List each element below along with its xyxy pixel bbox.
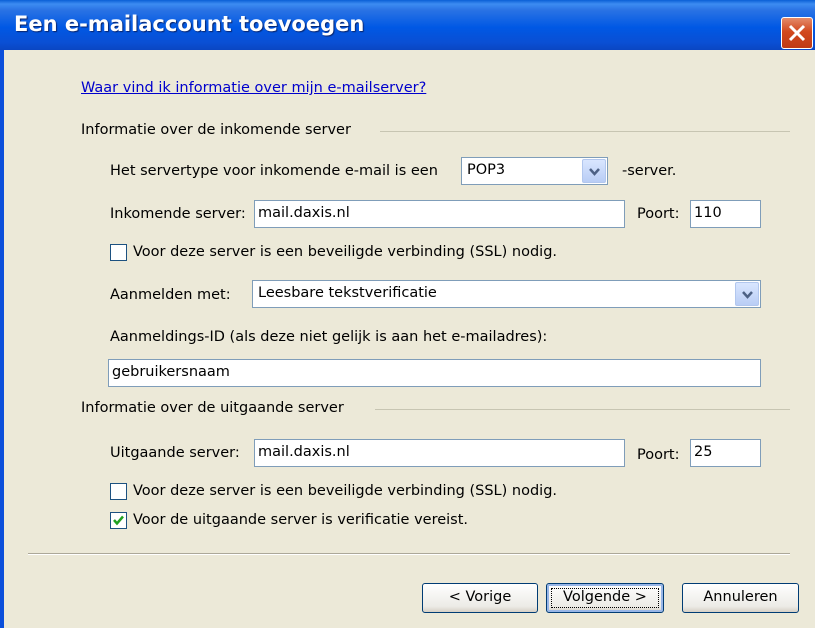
footer-divider [28, 553, 790, 555]
incoming-server-input[interactable]: mail.daxis.nl [254, 200, 625, 228]
outgoing-server-label: Uitgaande server: [110, 445, 240, 461]
servertype-suffix: -server. [622, 163, 677, 179]
outgoing-ssl-checkbox[interactable] [110, 483, 127, 500]
incoming-server-label: Inkomende server: [110, 206, 246, 222]
incoming-ssl-label: Voor deze server is een beveiligde verbi… [133, 244, 558, 260]
logon-id-input[interactable]: gebruikersnaam [108, 359, 761, 387]
dialog-window: Een e-mailaccount toevoegen Waar vind ik… [0, 0, 815, 628]
window-title: Een e-mailaccount toevoegen [14, 12, 365, 36]
chevron-down-icon [589, 168, 600, 176]
close-icon [788, 24, 806, 42]
cancel-button[interactable]: Annuleren [682, 583, 799, 613]
outgoing-ssl-label: Voor deze server is een beveiligde verbi… [133, 483, 558, 499]
incoming-group-divider [380, 131, 790, 132]
help-link[interactable]: Waar vind ik informatie over mijn e-mail… [81, 80, 426, 96]
outgoing-server-input[interactable]: mail.daxis.nl [254, 439, 625, 467]
logon-id-label: Aanmeldings-ID (als deze niet gelijk is … [110, 329, 548, 345]
outgoing-port-label: Poort: [637, 447, 680, 463]
chevron-down-icon [742, 291, 753, 299]
servertype-dropdown-button[interactable] [582, 159, 606, 183]
incoming-port-input[interactable]: 110 [690, 200, 761, 228]
logon-method-value: Leesbare tekstverificatie [258, 285, 437, 301]
logon-method-label: Aanmelden met: [110, 287, 231, 303]
incoming-ssl-checkbox[interactable] [110, 244, 127, 261]
outgoing-group-label: Informatie over de uitgaande server [81, 400, 344, 416]
logon-method-dropdown-button[interactable] [735, 282, 759, 306]
checkmark-icon [113, 515, 124, 526]
logon-method-select[interactable]: Leesbare tekstverificatie [252, 280, 761, 308]
title-bar[interactable]: Een e-mailaccount toevoegen [0, 0, 815, 50]
window-frame [0, 50, 4, 628]
outgoing-port-input[interactable]: 25 [690, 439, 761, 467]
outgoing-auth-label: Voor de uitgaande server is verificatie … [133, 512, 469, 528]
focus-rectangle [551, 588, 659, 608]
servertype-label: Het servertype voor inkomende e-mail is … [110, 163, 438, 179]
incoming-port-label: Poort: [637, 206, 680, 222]
close-button[interactable] [781, 17, 813, 49]
outgoing-group-divider [375, 409, 790, 410]
outgoing-auth-checkbox[interactable] [110, 512, 127, 529]
servertype-value: POP3 [467, 162, 506, 178]
servertype-select[interactable]: POP3 [461, 157, 608, 185]
next-button[interactable]: Volgende > [546, 583, 664, 613]
back-button[interactable]: < Vorige [422, 583, 538, 613]
incoming-group-label: Informatie over de inkomende server [81, 122, 351, 138]
